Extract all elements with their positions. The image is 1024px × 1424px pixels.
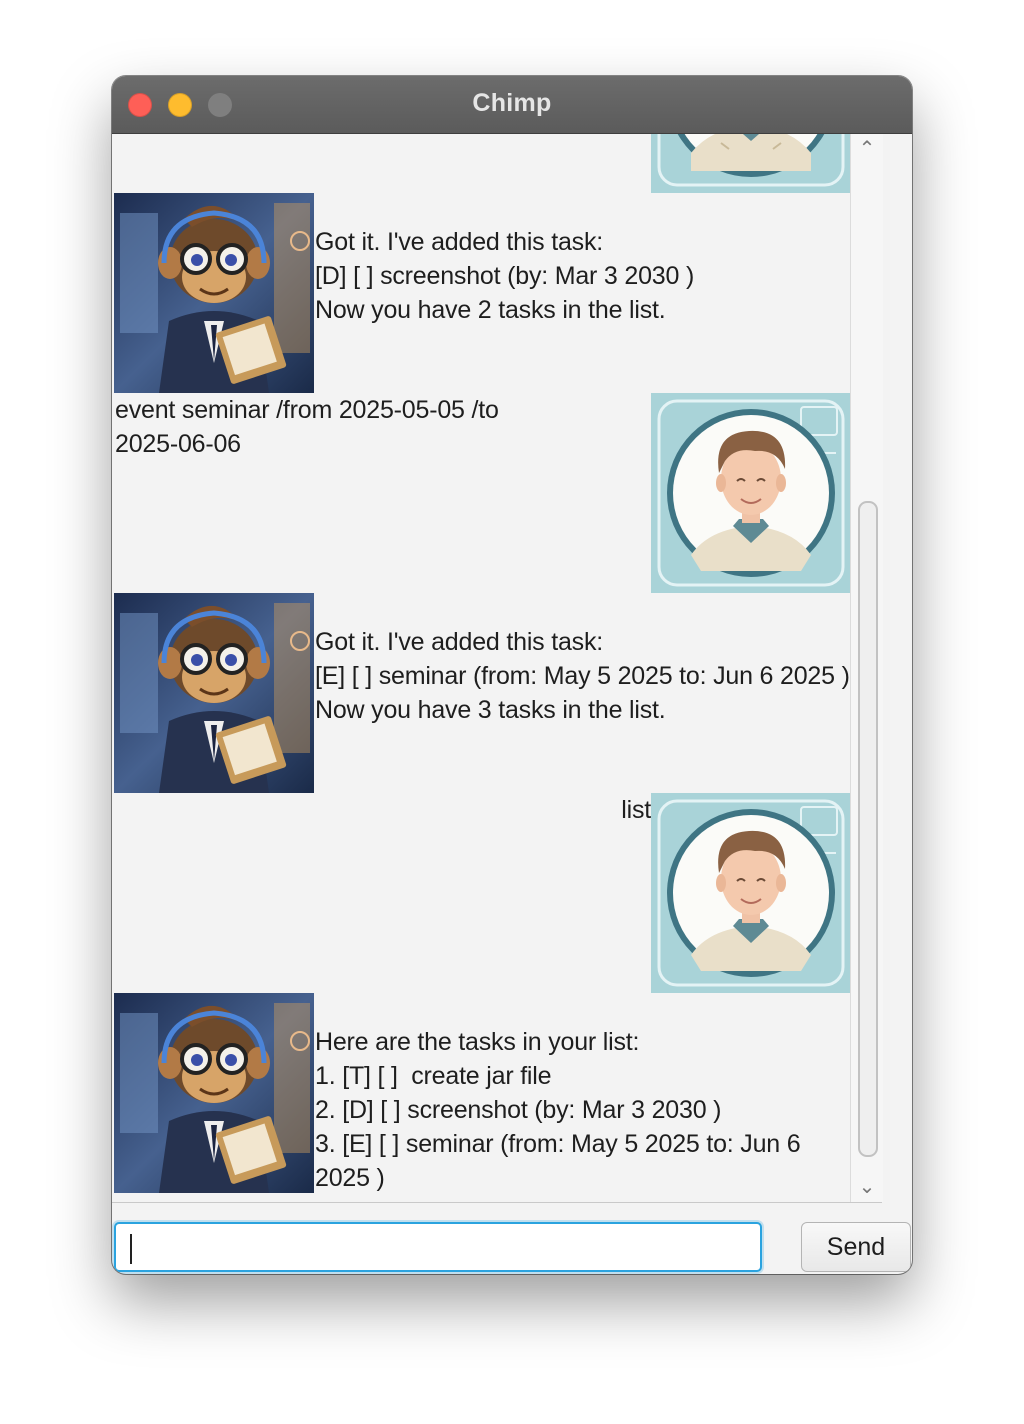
user-message-text: event seminar /from 2025-05-05 /to 2025-… <box>115 396 499 458</box>
title-bar[interactable]: Chimp <box>112 76 912 134</box>
monkey-avatar-icon <box>114 193 314 393</box>
dialog-row-bot: Got it. I've added this task: [D] [ ] sc… <box>112 193 852 393</box>
dialog-row-bot: Got it. I've added this task: [E] [ ] se… <box>112 593 852 793</box>
send-button[interactable]: Send <box>801 1222 911 1272</box>
vertical-scrollbar[interactable]: ⌃ ⌄ <box>850 134 883 1202</box>
user-input-field[interactable] <box>114 1222 762 1272</box>
scroll-up-icon[interactable]: ⌃ <box>851 136 883 162</box>
text-caret <box>130 1234 132 1264</box>
user-avatar-icon <box>651 793 851 993</box>
window-title: Chimp <box>472 89 552 117</box>
dialog-row-user: list <box>112 793 852 993</box>
bot-message-text: Got it. I've added this task: [D] [ ] sc… <box>315 228 695 324</box>
monkey-avatar-icon <box>114 593 314 793</box>
dialog-scroll-pane[interactable]: Got it. I've added this task: [D] [ ] sc… <box>112 134 882 1203</box>
monkey-avatar-icon <box>114 993 314 1193</box>
bot-message-text: Got it. I've added this task: [E] [ ] se… <box>315 628 850 724</box>
app-window: Chimp Got it. I've added this task: [D] … <box>112 76 912 1274</box>
user-message-text: list <box>621 796 651 824</box>
dialog-row-user <box>112 134 852 193</box>
scrollbar-thumb[interactable] <box>858 501 878 1157</box>
bot-message-text: Here are the tasks in your list: 1. [T] … <box>315 1028 801 1192</box>
user-avatar-icon <box>651 393 851 593</box>
dialog-row-user: event seminar /from 2025-05-05 /to 2025-… <box>112 393 852 593</box>
scroll-down-icon[interactable]: ⌄ <box>851 1174 883 1200</box>
user-avatar-icon <box>651 134 851 193</box>
dialog-row-bot: Here are the tasks in your list: 1. [T] … <box>112 993 852 1193</box>
